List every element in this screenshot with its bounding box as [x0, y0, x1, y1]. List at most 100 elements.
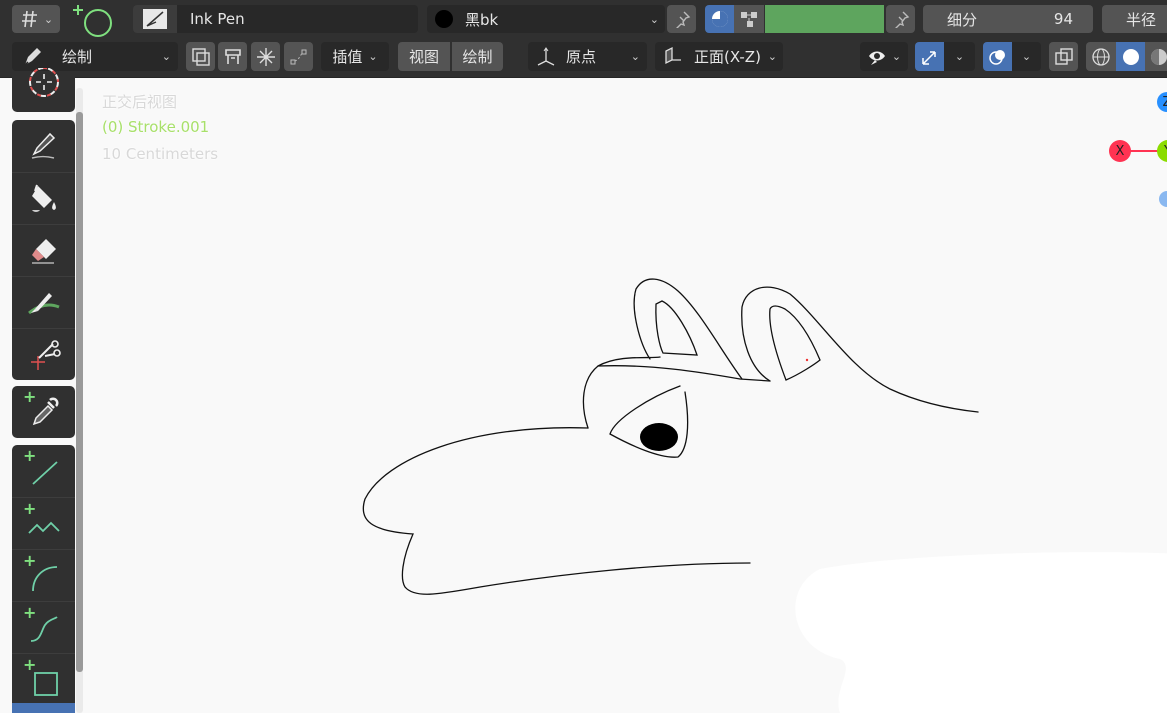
line-tool[interactable]: +: [12, 445, 75, 497]
material-name: 黑bk: [465, 10, 499, 29]
multiframe-icon: [191, 47, 210, 66]
pin-icon: [675, 11, 690, 28]
color-mode-material-button[interactable]: [705, 5, 734, 33]
gizmo-icon: [921, 50, 936, 65]
snowflake-icon: [256, 47, 275, 66]
drawing-plane-dropdown[interactable]: 正面(X-Z) ⌄: [655, 42, 783, 71]
plus-icon: +: [23, 655, 37, 674]
brush-name: Ink Pen: [190, 10, 245, 28]
plus-icon: +: [23, 499, 37, 518]
tool-group-draw: [12, 120, 75, 380]
material-sphere-icon: [711, 11, 728, 27]
draw-menu[interactable]: 绘制: [452, 42, 503, 71]
origin-dropdown[interactable]: 原点 ⌄: [528, 42, 647, 71]
axis-z-label: Z: [1163, 95, 1167, 110]
paint-bucket-icon: [31, 184, 56, 212]
tool-settings-bar: 绘制 ⌄ 插值 ⌄ 视图 绘制 原点 ⌄ 正面(X-Z) ⌄ ⌄ ⌄ ⌄: [0, 38, 1167, 78]
shading-solid-button[interactable]: [1116, 42, 1145, 71]
tool-group-primitives: + + + + +: [12, 445, 75, 713]
eye-arrow-icon: [868, 51, 885, 65]
overlay-toggle[interactable]: [983, 42, 1012, 71]
freeze-button[interactable]: [251, 42, 280, 71]
pin-color-button[interactable]: [886, 5, 915, 33]
plus-icon: +: [23, 603, 37, 622]
pin-icon: [894, 11, 909, 28]
chevron-down-icon: ⌄: [1021, 50, 1032, 63]
viewport[interactable]: 正交后视图 (0) Stroke.001 10 Centimeters Z X …: [0, 79, 1167, 713]
curve-edit-button[interactable]: [284, 42, 313, 71]
chevron-down-icon: ⌄: [767, 50, 777, 63]
overlay-circles-icon: [988, 49, 1005, 65]
draw-menu-label: 绘制: [462, 48, 493, 66]
chevron-down-icon: ⌄: [43, 12, 54, 26]
header-bar: ⌄ Ink Pen 黑bk ⌄ 细分 94 半径: [0, 0, 1167, 38]
cutter-tool[interactable]: [12, 328, 75, 380]
add-object-button[interactable]: [72, 1, 116, 37]
chevron-down-icon: ⌄: [649, 12, 659, 26]
gizmo-dropdown[interactable]: ⌄: [944, 42, 975, 71]
interpolate-label: 插值: [332, 48, 363, 66]
shading-wireframe-button[interactable]: [1086, 42, 1116, 71]
object-info: (0) Stroke.001: [102, 118, 210, 136]
tint-brush-icon: [27, 292, 60, 314]
tool-group-eyedropper: +: [12, 386, 75, 438]
plus-icon: +: [23, 551, 37, 570]
radius-slider[interactable]: 半径: [1102, 5, 1167, 33]
erase-tool[interactable]: [12, 224, 75, 276]
xray-icon: [1054, 47, 1073, 65]
eyedropper-tool[interactable]: +: [12, 386, 75, 438]
visibility-dropdown[interactable]: ⌄: [860, 42, 908, 71]
axis-x-button[interactable]: X: [1109, 140, 1131, 162]
radius-label: 半径: [1126, 10, 1157, 29]
overlay-dropdown[interactable]: ⌄: [1012, 42, 1041, 71]
shading-material-button[interactable]: [1145, 42, 1167, 71]
curve-tool[interactable]: +: [12, 601, 75, 653]
origin-axes-icon: [537, 46, 555, 66]
chevron-down-icon: ⌄: [368, 50, 378, 63]
scale-info: 10 Centimeters: [102, 145, 219, 163]
autolock-icon: [224, 48, 241, 64]
arc-tool[interactable]: +: [12, 549, 75, 601]
brush-preview-icon: [133, 5, 177, 33]
grease-pencil-drawing: [362, 278, 979, 595]
multiframe-button[interactable]: [186, 42, 215, 71]
color-swatch[interactable]: [765, 5, 884, 33]
plane-icon: [665, 46, 681, 64]
box-tool[interactable]: +: [12, 653, 75, 705]
scissors-icon: [30, 339, 61, 370]
pencil-draw-icon: [31, 132, 55, 159]
vertex-color-icon: [741, 12, 757, 27]
chevron-down-icon: ⌄: [891, 50, 902, 63]
xray-toggle[interactable]: [1049, 42, 1078, 71]
polyline-tool[interactable]: +: [12, 497, 75, 549]
wireframe-sphere-icon: [1092, 47, 1110, 66]
annotate-tool[interactable]: [12, 62, 75, 114]
interpolate-dropdown[interactable]: 插值 ⌄: [321, 42, 389, 71]
editor-type-dropdown[interactable]: ⌄: [12, 5, 60, 33]
view-menu[interactable]: 视图: [398, 42, 450, 71]
fill-tool[interactable]: [12, 172, 75, 224]
material-preview-icon: [1151, 48, 1167, 65]
pin-material-button[interactable]: [667, 5, 696, 33]
tint-tool[interactable]: [12, 276, 75, 328]
autolock-button[interactable]: [218, 42, 247, 71]
draw-tool[interactable]: [12, 120, 75, 172]
color-mode-vertex-button[interactable]: [734, 5, 764, 33]
view-label: 视图: [408, 48, 439, 66]
material-selector[interactable]: 黑bk ⌄: [427, 5, 665, 33]
active-tool-indicator: [12, 703, 75, 713]
gizmo-toggle[interactable]: [915, 42, 944, 71]
subdivision-label: 细分: [947, 10, 978, 29]
curve-dots-icon: [290, 49, 306, 64]
brush-selector[interactable]: Ink Pen: [133, 5, 418, 33]
plus-icon: +: [23, 446, 37, 465]
eraser-icon: [31, 238, 56, 264]
cursor-icon: [28, 68, 59, 97]
chevron-down-icon: ⌄: [954, 50, 965, 63]
subdivision-slider[interactable]: 细分 94: [923, 5, 1093, 33]
toolbar-scrollbar[interactable]: [76, 112, 83, 672]
axis-x-line: [1130, 150, 1160, 152]
tool-group-cursor: [12, 68, 75, 112]
grease-pencil-editor-icon: [21, 10, 37, 28]
plane-label: 正面(X-Z): [694, 48, 761, 66]
